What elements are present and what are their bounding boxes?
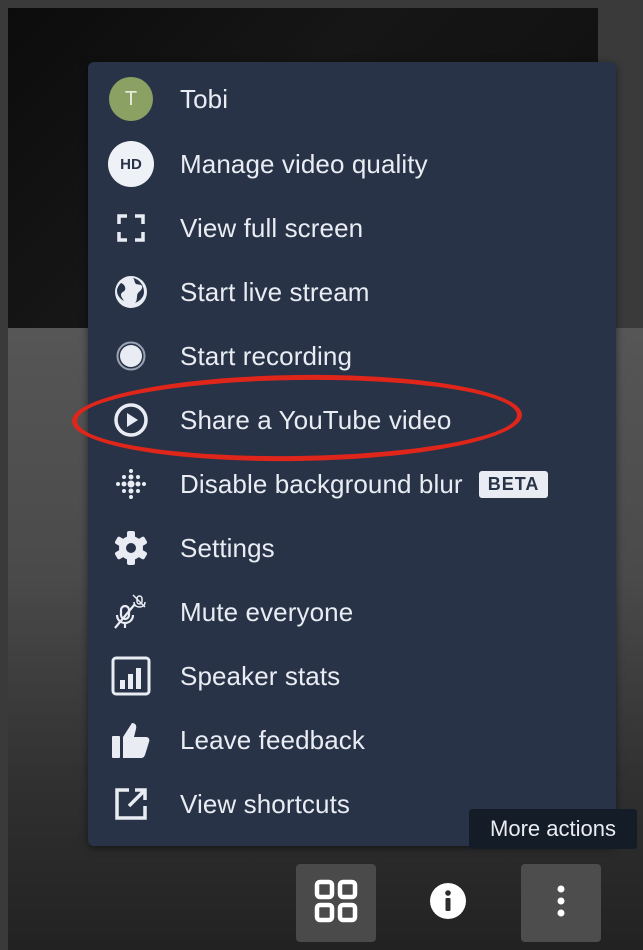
menu-item-video-quality[interactable]: HD Manage video quality bbox=[88, 132, 616, 196]
menu-item-label: Tobi bbox=[180, 83, 229, 114]
menu-item-background-blur[interactable]: Disable background blur BETA bbox=[88, 452, 616, 516]
menu-item-feedback[interactable]: Leave feedback bbox=[88, 708, 616, 772]
mic-muted-icon bbox=[108, 589, 154, 635]
menu-item-label: Mute everyone bbox=[180, 596, 354, 627]
grid-icon bbox=[314, 879, 358, 928]
menu-item-label: View full screen bbox=[180, 212, 364, 243]
menu-item-label: View shortcuts bbox=[180, 788, 350, 819]
info-button[interactable] bbox=[408, 864, 488, 942]
menu-item-mute-everyone[interactable]: Mute everyone bbox=[88, 580, 616, 644]
more-actions-tooltip: More actions bbox=[469, 809, 637, 849]
menu-item-fullscreen[interactable]: View full screen bbox=[88, 196, 616, 260]
thumbs-up-icon bbox=[108, 717, 154, 763]
beta-badge: BETA bbox=[478, 470, 549, 498]
bar-chart-icon bbox=[108, 653, 154, 699]
menu-item-settings[interactable]: Settings bbox=[88, 516, 616, 580]
menu-item-label: Disable background blur bbox=[180, 468, 463, 499]
menu-item-label: Speaker stats bbox=[180, 660, 341, 691]
menu-item-label: Start recording bbox=[180, 340, 353, 371]
gear-icon bbox=[108, 525, 154, 571]
record-icon bbox=[108, 333, 154, 379]
external-link-icon bbox=[108, 781, 154, 827]
menu-item-label: Start live stream bbox=[180, 276, 370, 307]
menu-item-profile[interactable]: T Tobi bbox=[88, 67, 616, 131]
hd-icon: HD bbox=[108, 141, 154, 187]
tile-view-button[interactable] bbox=[296, 864, 376, 942]
globe-icon bbox=[108, 269, 154, 315]
info-icon bbox=[428, 881, 468, 926]
fullscreen-icon bbox=[108, 205, 154, 251]
menu-item-label: Manage video quality bbox=[180, 148, 428, 179]
more-vertical-icon bbox=[556, 884, 566, 923]
menu-item-live-stream[interactable]: Start live stream bbox=[88, 260, 616, 324]
more-actions-button[interactable] bbox=[521, 864, 601, 942]
menu-item-label: Settings bbox=[180, 532, 275, 563]
blur-icon bbox=[108, 461, 154, 507]
menu-item-speaker-stats[interactable]: Speaker stats bbox=[88, 644, 616, 708]
avatar: T bbox=[108, 76, 154, 122]
menu-item-label: Leave feedback bbox=[180, 724, 365, 755]
